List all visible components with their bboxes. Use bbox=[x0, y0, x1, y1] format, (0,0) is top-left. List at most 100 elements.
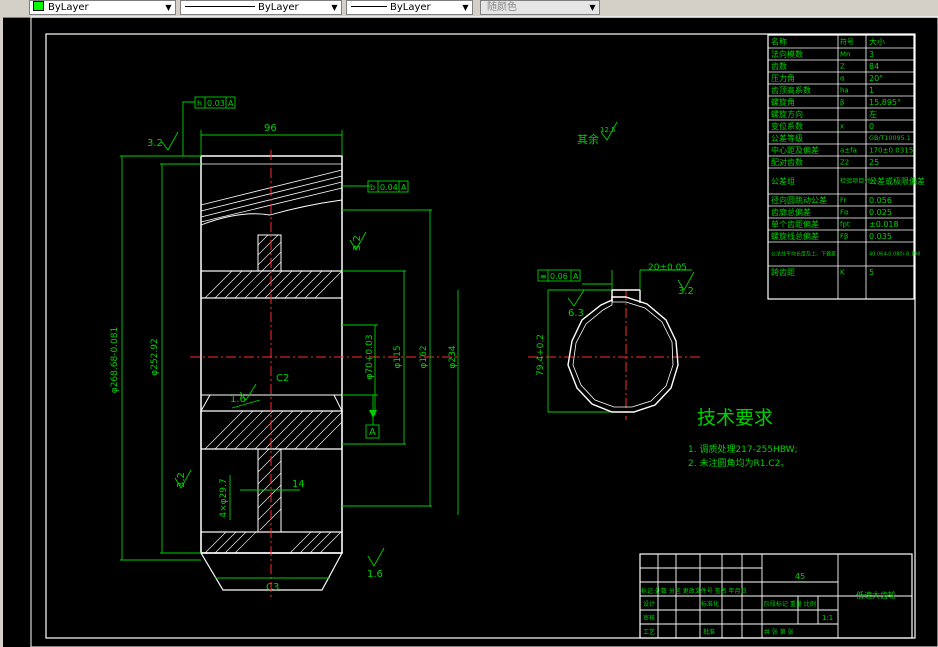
gear-table-label: 公差组 bbox=[771, 176, 795, 186]
gear-table-label: 单个齿距偏差 bbox=[771, 219, 819, 229]
dim-text: φ70+0.03 bbox=[365, 335, 375, 380]
gear-table-label: 螺旋方向 bbox=[771, 109, 803, 119]
gear-table-val: 170±0.0315 bbox=[869, 146, 913, 155]
gear-table-val: 大小 bbox=[869, 37, 885, 47]
dimension-texts: 96 φ268.68-0.081 φ252.92 φ162 φ70+0.03 φ… bbox=[110, 123, 687, 593]
roughness-label: 3.2 bbox=[352, 235, 363, 251]
gear-table-val: 0.035 bbox=[869, 232, 892, 241]
gear-table-label: 法向模数 bbox=[771, 49, 803, 59]
gear-table-sym: Mn bbox=[840, 51, 850, 59]
gear-table-sym: x bbox=[840, 123, 844, 131]
bore-keyway-view bbox=[567, 289, 679, 413]
roughness-label: 1.6 bbox=[367, 569, 383, 580]
gear-table-val: 公差或极限偏差 bbox=[869, 176, 925, 186]
gear-table-val: 0.025 bbox=[869, 208, 892, 217]
gear-table-sym: α bbox=[840, 75, 845, 83]
gear-table-sym: β bbox=[840, 99, 844, 107]
gear-table-label: 公法线平均长度及上、下偏差 bbox=[771, 251, 836, 258]
title-block-row-header: 标记 处数 分区 更改文件号 签名 年月日 bbox=[641, 587, 747, 595]
dim-text: C3 bbox=[266, 582, 279, 593]
dim-text: 20±0.05 bbox=[648, 263, 687, 273]
gear-table-sym: Fβ bbox=[840, 233, 849, 241]
gear-table-val: 0 bbox=[869, 122, 874, 131]
tolerance-value: 0.04 bbox=[380, 183, 398, 192]
gear-table-label: 跨齿距 bbox=[771, 268, 795, 277]
title-block-review: 审核 bbox=[643, 614, 655, 622]
gear-table-sym: Fα bbox=[840, 209, 849, 217]
roughness-others-label: 其余 bbox=[577, 132, 599, 146]
gear-table-sym: 符号 bbox=[840, 37, 854, 46]
title-block-process: 工艺 bbox=[643, 628, 655, 636]
gear-table-val: 84 bbox=[869, 62, 879, 71]
gear-parameter-table: 名称 符号 大小法向模数 Mn 3 齿数 Z 84 压力角 α 20° 齿顶高系数 ha 1 螺旋角 β 15.… bbox=[767, 34, 925, 300]
title-block-stage: 阶段标记 重量 比例 bbox=[764, 600, 816, 608]
tolerance-datum: A bbox=[228, 99, 234, 108]
gear-table-val: ±0.018 bbox=[869, 220, 899, 229]
gear-table-label: 齿廓总偏差 bbox=[771, 207, 811, 217]
dim-text: 4×φ29.7 bbox=[219, 478, 229, 517]
dim-text: 79.4+0.2 bbox=[536, 334, 546, 376]
datum-triangle-icon bbox=[369, 410, 377, 418]
gear-table-sym: ha bbox=[840, 87, 849, 95]
gear-table-sym: a±fa bbox=[840, 147, 857, 155]
tolerance-symbol: b bbox=[370, 183, 375, 192]
gear-table-sym: Z bbox=[840, 63, 845, 71]
gear-table-sym: K bbox=[840, 269, 845, 277]
gear-table-sym: Fr bbox=[840, 197, 847, 205]
tech-requirement-item: 2. 未注圆角均为R1.C2。 bbox=[688, 457, 789, 469]
gear-table-sym: fpt bbox=[840, 221, 850, 229]
center-lines bbox=[190, 150, 700, 598]
roughness-label: 3.2 bbox=[678, 286, 694, 297]
roughness-label: 12.5 bbox=[600, 126, 616, 134]
roughness-symbols bbox=[161, 121, 695, 567]
roughness-label: 6.3 bbox=[568, 308, 584, 319]
dim-text: φ268.68-0.081 bbox=[110, 327, 120, 393]
gear-table-label: 齿数 bbox=[771, 61, 787, 71]
roughness-label: 1.6 bbox=[230, 394, 246, 405]
datum-label: A bbox=[369, 427, 376, 438]
gear-table-label: 公差等级 bbox=[771, 133, 803, 143]
roughness-label: 3.2 bbox=[147, 138, 163, 149]
title-block-material: 45 bbox=[795, 572, 805, 581]
gear-table-label: 名称 bbox=[771, 37, 787, 47]
gear-table-val: 左 bbox=[869, 109, 877, 119]
tolerance-datum: A bbox=[401, 183, 407, 192]
title-block-part-name: 低速大齿轮 bbox=[856, 590, 896, 600]
gear-table-label: 螺旋角 bbox=[771, 97, 795, 107]
gear-table-val: 20° bbox=[869, 74, 883, 83]
title-block-scale: 1:1 bbox=[822, 614, 833, 622]
tolerance-value: 0.03 bbox=[207, 99, 225, 108]
dim-text: C2 bbox=[276, 373, 289, 384]
tech-requirement-item: 1. 调质处理217-255HBW; bbox=[688, 443, 798, 455]
tolerance-symbol: ≡ bbox=[540, 272, 547, 281]
gear-table-sym: Z2 bbox=[840, 159, 849, 167]
dim-text: 96 bbox=[264, 123, 277, 134]
gear-table-label: 径向圆跳动公差 bbox=[771, 195, 827, 205]
tolerance-value: 0.06 bbox=[550, 272, 568, 281]
gear-table-val: 1 bbox=[869, 86, 874, 95]
gear-table-val: 5 bbox=[869, 268, 874, 277]
gear-table-label: 配对齿数 bbox=[771, 157, 803, 167]
dim-text: φ234 bbox=[448, 345, 458, 368]
dim-text: 14 bbox=[292, 479, 305, 490]
title-block-design: 设计 bbox=[643, 600, 655, 608]
gear-table-val: GB/T10095.1 bbox=[869, 134, 911, 142]
title-block-sheet: 共 张 第 张 bbox=[764, 628, 794, 636]
dim-text: φ115 bbox=[393, 345, 403, 368]
gear-table-label: 变位系数 bbox=[771, 121, 803, 131]
gear-table-label: 齿顶高系数 bbox=[771, 85, 811, 95]
title-block-standard: 标准化 bbox=[701, 600, 719, 608]
tolerance-symbol: h bbox=[197, 99, 202, 108]
gear-table-label: 螺旋线总偏差 bbox=[771, 231, 819, 241]
drawing-canvas[interactable]: 3.2 3.2 3.2 1.6 1.6 6.3 3.2 其余 12.5 96 φ… bbox=[0, 0, 938, 647]
dim-text: φ162 bbox=[419, 345, 429, 368]
gear-table-val: 0.056 bbox=[869, 196, 892, 205]
roughness-label: 3.2 bbox=[176, 472, 187, 488]
dim-text: φ252.92 bbox=[150, 338, 160, 375]
title-block-approve: 批准 bbox=[703, 628, 715, 636]
tolerance-datum: A bbox=[573, 272, 579, 281]
gear-table-val: 40.064-0.080/-0.198 bbox=[869, 252, 920, 258]
tolerance-frames bbox=[182, 96, 581, 439]
gear-table-val: 25 bbox=[869, 158, 879, 167]
gear-table-label: 压力角 bbox=[771, 73, 795, 83]
